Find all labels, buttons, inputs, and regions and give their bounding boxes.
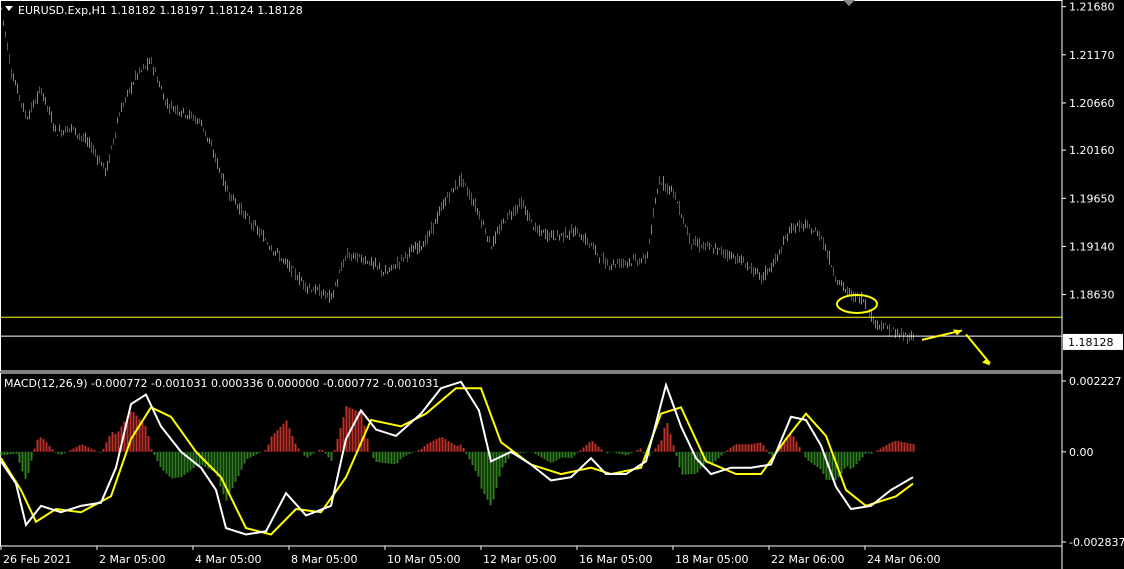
time-tick-label: 24 Mar 06:00: [867, 553, 940, 566]
time-tick-label: 18 Mar 05:00: [675, 553, 748, 566]
macd-tick-label: 0.00: [1069, 446, 1094, 459]
macd-tick-label: -0.002837: [1069, 536, 1124, 549]
price-tick-label: 1.18630: [1069, 289, 1115, 302]
macd-header: MACD(12,26,9) -0.000772 -0.001031 0.0003…: [4, 377, 439, 390]
price-tick-label: 1.19140: [1069, 240, 1115, 253]
price-tick-label: 1.20660: [1069, 97, 1115, 110]
time-tick-label: 10 Mar 05:00: [387, 553, 460, 566]
time-tick-label: 12 Mar 05:00: [483, 553, 556, 566]
time-tick-label: 4 Mar 05:00: [195, 553, 261, 566]
price-tick-label: 1.21170: [1069, 49, 1115, 62]
chart-header: EURUSD.Exp,H1 1.18182 1.18197 1.18124 1.…: [18, 4, 303, 17]
time-tick-label: 26 Feb 2021: [3, 553, 71, 566]
time-tick-label: 8 Mar 05:00: [291, 553, 357, 566]
price-tick-label: 1.19650: [1069, 192, 1115, 205]
time-tick-label: 2 Mar 05:00: [99, 553, 165, 566]
price-tick-label: 1.20160: [1069, 144, 1115, 157]
macd-tick-label: 0.002227: [1069, 375, 1122, 388]
time-tick-label: 22 Mar 06:00: [771, 553, 844, 566]
current-price-label: 1.18128: [1068, 336, 1114, 349]
trading-chart[interactable]: 1.21680 1.21170 1.20660 1.20160 1.19650 1.191…: [0, 0, 1124, 569]
chart-background: [0, 0, 1124, 569]
price-tick-label: 1.21680: [1069, 1, 1115, 14]
time-tick-label: 16 Mar 05:00: [579, 553, 652, 566]
